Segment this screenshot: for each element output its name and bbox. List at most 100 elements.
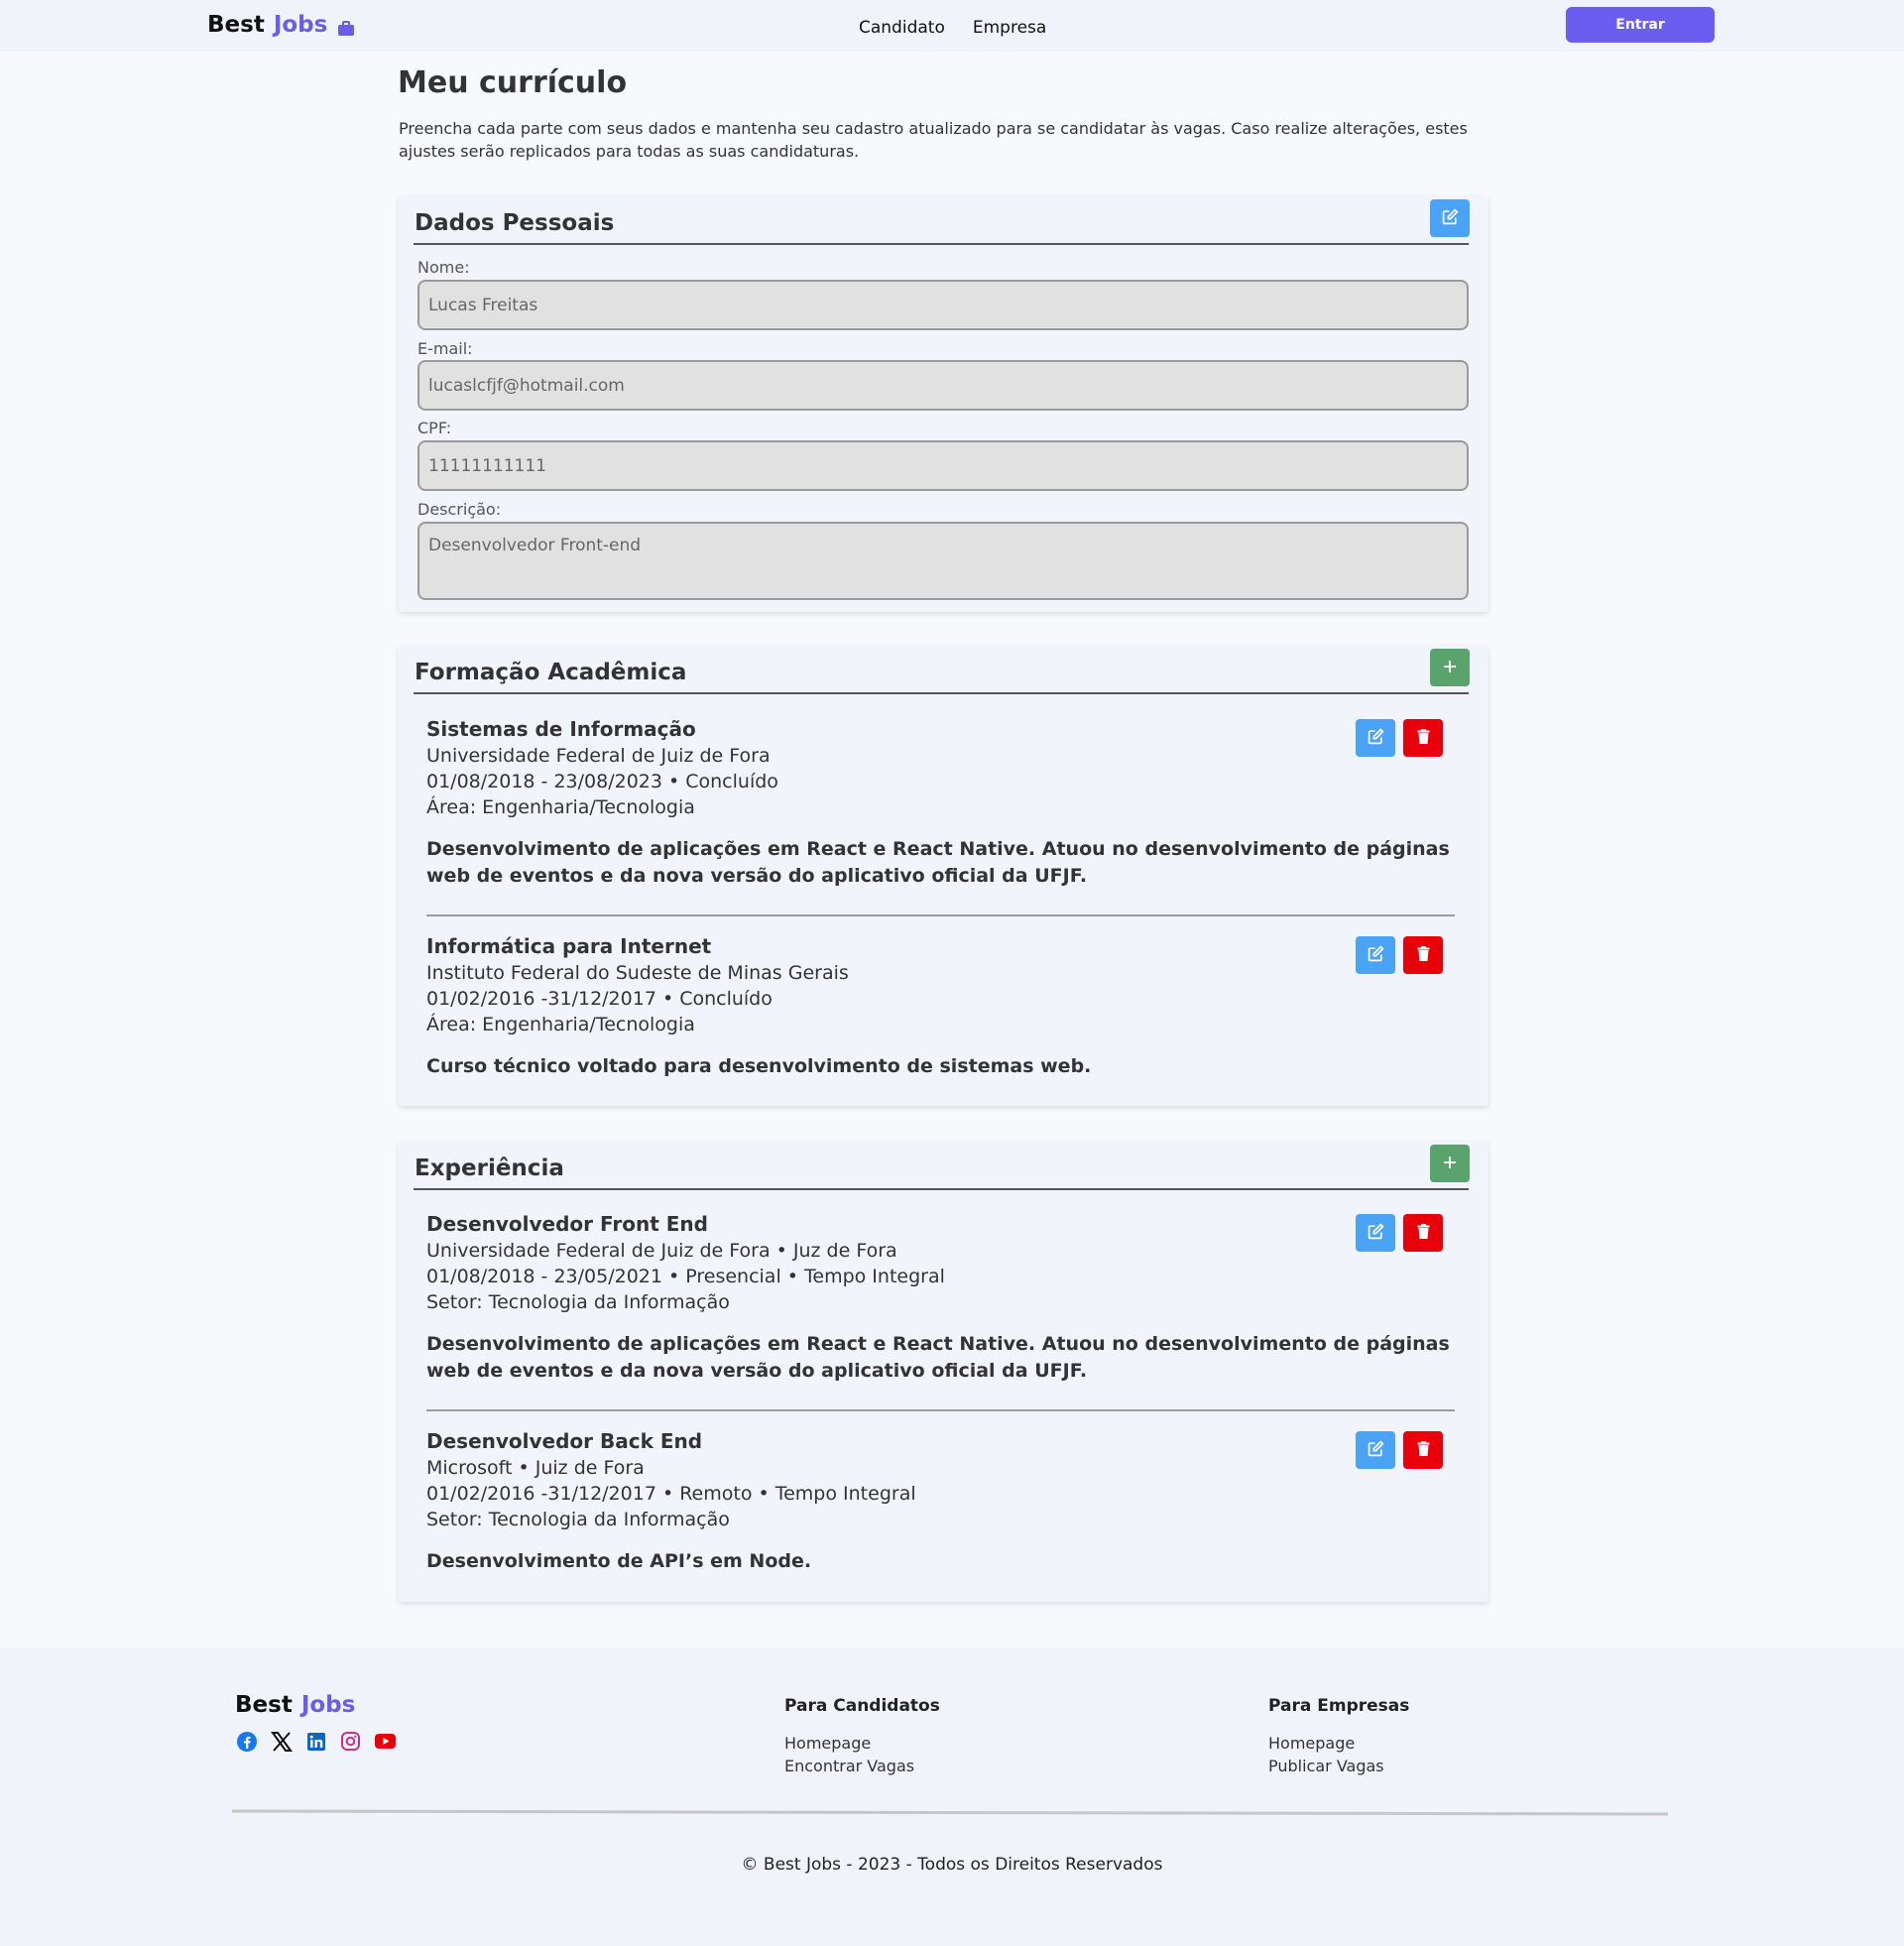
briefcase-icon bbox=[337, 17, 355, 36]
login-button[interactable]: Entrar bbox=[1566, 7, 1715, 43]
education-institution: Instituto Federal do Sudeste de Minas Ge… bbox=[426, 962, 849, 984]
entry-actions bbox=[1356, 936, 1443, 974]
experience-company: Microsoft • Juiz de Fora bbox=[426, 1457, 645, 1479]
description-label: Descrição: bbox=[417, 500, 502, 519]
copyright-text: © Best Jobs - 2023 - Todos os Direitos R… bbox=[741, 1855, 1163, 1875]
footer: Best Jobs Para Candidatos Homepage Encont… bbox=[0, 1648, 1904, 1946]
education-description: Curso técnico voltado para desenvolvimen… bbox=[426, 1055, 1092, 1077]
edit-experience-button[interactable] bbox=[1356, 1431, 1395, 1469]
footer-brand-jobs: Jobs bbox=[300, 1692, 356, 1718]
experience-title: Desenvolvedor Back End bbox=[426, 1429, 703, 1453]
name-field[interactable]: Lucas Freitas bbox=[417, 280, 1469, 330]
social-links bbox=[235, 1730, 397, 1753]
entry-actions bbox=[1356, 1214, 1443, 1252]
education-description: Desenvolvimento de aplicações em React e… bbox=[426, 838, 1450, 887]
main-nav: Candidato Empresa bbox=[859, 18, 1046, 38]
cpf-field[interactable]: 11111111111 bbox=[417, 440, 1469, 491]
brand-best: Best bbox=[207, 12, 265, 38]
footer-link-post-jobs[interactable]: Publicar Vagas bbox=[1268, 1755, 1409, 1777]
facebook-icon[interactable] bbox=[235, 1730, 258, 1753]
card-title: Formação Acadêmica bbox=[415, 660, 687, 685]
nav-empresa[interactable]: Empresa bbox=[973, 18, 1046, 38]
experience-description: Desenvolvimento de aplicações em React e… bbox=[426, 1333, 1450, 1382]
delete-education-button[interactable] bbox=[1403, 719, 1443, 757]
education-area: Área: Engenharia/Tecnologia bbox=[426, 796, 695, 818]
email-label: E-mail: bbox=[417, 339, 473, 358]
experience-company: Universidade Federal de Juiz de Fora • J… bbox=[426, 1240, 897, 1262]
delete-experience-button[interactable] bbox=[1403, 1431, 1443, 1469]
brand-logo[interactable]: Best Jobs bbox=[207, 12, 355, 38]
edit-education-button[interactable] bbox=[1356, 719, 1395, 757]
edit-education-button[interactable] bbox=[1356, 936, 1395, 974]
trash-icon bbox=[1417, 1441, 1430, 1459]
footer-link-find-jobs[interactable]: Encontrar Vagas bbox=[784, 1755, 940, 1777]
experience-sector: Setor: Tecnologia da Informação bbox=[426, 1509, 730, 1530]
delete-education-button[interactable] bbox=[1403, 936, 1443, 974]
top-navbar: Best Jobs Candidato Empresa Entrar bbox=[0, 0, 1904, 52]
name-label: Nome: bbox=[417, 258, 470, 277]
edit-icon bbox=[1368, 945, 1384, 965]
card-header: Experiência bbox=[414, 1142, 1470, 1190]
footer-candidates-column: Para Candidatos Homepage Encontrar Vagas bbox=[784, 1696, 940, 1777]
experience-sector: Setor: Tecnologia da Informação bbox=[426, 1291, 730, 1313]
education-area: Área: Engenharia/Tecnologia bbox=[426, 1014, 695, 1035]
card-title: Dados Pessoais bbox=[415, 210, 615, 236]
experience-period: 01/02/2016 -31/12/2017 • Remoto • Tempo … bbox=[426, 1483, 916, 1505]
education-title: Sistemas de Informação bbox=[426, 717, 696, 741]
education-period: 01/08/2018 - 23/08/2023 • Concluído bbox=[426, 771, 778, 792]
trash-icon bbox=[1417, 946, 1430, 964]
linkedin-icon[interactable] bbox=[304, 1730, 327, 1753]
trash-icon bbox=[1417, 729, 1430, 747]
personal-data-card: Dados Pessoais Nome: Lucas Freitas E-mai… bbox=[399, 196, 1488, 612]
experience-description: Desenvolvimento de API’s em Node. bbox=[426, 1550, 812, 1572]
education-title: Informática para Internet bbox=[426, 934, 712, 958]
plus-icon bbox=[1443, 660, 1457, 676]
education-card: Formação Acadêmica Sistemas de Informaçã… bbox=[399, 646, 1488, 1106]
card-title: Experiência bbox=[415, 1155, 564, 1181]
footer-companies-column: Para Empresas Homepage Publicar Vagas bbox=[1268, 1696, 1409, 1777]
instagram-icon[interactable] bbox=[339, 1730, 362, 1753]
footer-candidates-title: Para Candidatos bbox=[784, 1696, 940, 1716]
brand-jobs: Jobs bbox=[273, 12, 328, 38]
nav-candidato[interactable]: Candidato bbox=[859, 18, 945, 38]
email-field[interactable]: lucaslcfjf@hotmail.com bbox=[417, 360, 1469, 411]
edit-icon bbox=[1368, 1223, 1384, 1243]
youtube-icon[interactable] bbox=[374, 1730, 397, 1753]
edit-icon bbox=[1442, 208, 1459, 228]
footer-companies-title: Para Empresas bbox=[1268, 1696, 1410, 1716]
x-icon[interactable] bbox=[270, 1730, 293, 1753]
experience-card: Experiência Desenvolvedor Front End Univ… bbox=[399, 1142, 1488, 1602]
footer-brand-best: Best bbox=[235, 1692, 293, 1718]
edit-icon bbox=[1368, 728, 1384, 748]
education-item: Informática para Internet Instituto Fede… bbox=[426, 933, 1457, 1080]
experience-title: Desenvolvedor Front End bbox=[426, 1212, 708, 1236]
experience-period: 01/08/2018 - 23/05/2021 • Presencial • T… bbox=[426, 1266, 945, 1287]
footer-brand[interactable]: Best Jobs bbox=[235, 1692, 355, 1718]
edit-experience-button[interactable] bbox=[1356, 1214, 1395, 1252]
add-experience-button[interactable] bbox=[1430, 1145, 1470, 1182]
footer-divider bbox=[231, 1809, 1669, 1816]
entry-divider bbox=[426, 1409, 1455, 1411]
footer-link-homepage[interactable]: Homepage bbox=[1268, 1732, 1409, 1755]
experience-item: Desenvolvedor Back End Microsoft • Juiz … bbox=[426, 1428, 1457, 1575]
experience-item: Desenvolvedor Front End Universidade Fed… bbox=[426, 1211, 1457, 1385]
plus-icon bbox=[1443, 1155, 1457, 1172]
education-item: Sistemas de Informação Universidade Fede… bbox=[426, 716, 1457, 890]
education-institution: Universidade Federal de Juiz de Fora bbox=[426, 745, 771, 767]
trash-icon bbox=[1417, 1224, 1430, 1242]
entry-actions bbox=[1356, 1431, 1443, 1469]
delete-experience-button[interactable] bbox=[1403, 1214, 1443, 1252]
description-field[interactable]: Desenvolvedor Front-end bbox=[417, 522, 1469, 600]
page-title: Meu currículo bbox=[398, 65, 628, 100]
card-header: Formação Acadêmica bbox=[414, 646, 1470, 694]
entry-actions bbox=[1356, 719, 1443, 757]
card-header: Dados Pessoais bbox=[414, 196, 1470, 245]
cpf-label: CPF: bbox=[417, 419, 452, 437]
add-education-button[interactable] bbox=[1430, 649, 1470, 686]
page-intro: Preencha cada parte com seus dados e man… bbox=[399, 119, 1468, 161]
edit-personal-button[interactable] bbox=[1430, 199, 1470, 237]
edit-icon bbox=[1368, 1440, 1384, 1460]
entry-divider bbox=[426, 914, 1455, 916]
education-period: 01/02/2016 -31/12/2017 • Concluído bbox=[426, 988, 773, 1010]
footer-link-homepage[interactable]: Homepage bbox=[784, 1732, 940, 1755]
